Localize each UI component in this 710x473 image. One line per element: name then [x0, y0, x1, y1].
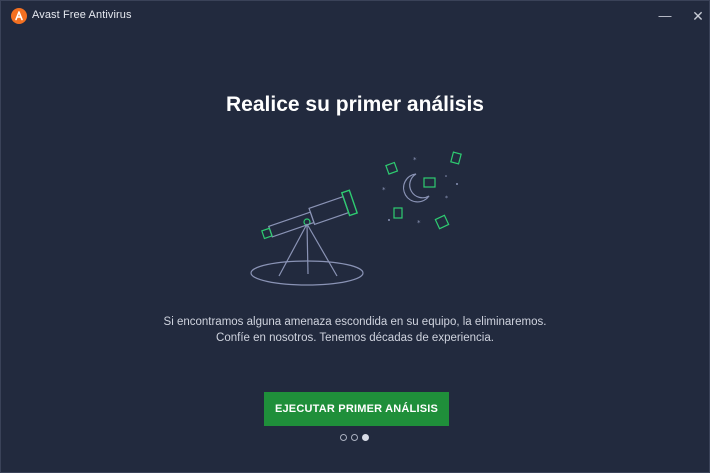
tripod-leg	[278, 223, 308, 277]
star-dot	[456, 183, 458, 185]
close-button[interactable]: ✕	[688, 7, 708, 25]
pager-dot-1[interactable]	[340, 434, 347, 441]
document-icon	[423, 177, 436, 188]
window-title: Avast Free Antivirus	[32, 9, 132, 21]
document-icon	[434, 214, 450, 230]
tripod-leg	[306, 223, 338, 277]
telescope-tube	[261, 189, 359, 240]
avast-logo-icon	[11, 8, 27, 24]
document-icon	[450, 151, 462, 165]
pager-dot-3-active[interactable]	[362, 434, 369, 441]
star-icon: *	[382, 186, 386, 194]
star-icon: *	[413, 156, 417, 164]
star-dot	[388, 219, 390, 221]
tripod-leg	[306, 223, 309, 275]
page-title: Realice su primer análisis	[226, 93, 484, 116]
description-line-1: Si encontramos alguna amenaza escondida …	[163, 316, 547, 328]
description-text: Si encontramos alguna amenaza escondida …	[1, 314, 709, 346]
star-icon: *	[445, 195, 448, 202]
star-icon: *	[417, 219, 421, 227]
minimize-icon: —	[658, 8, 672, 23]
document-icon	[385, 161, 399, 175]
telescope-illustration: * * * *	[250, 151, 462, 286]
document-icon	[393, 207, 403, 219]
minimize-button[interactable]: —	[655, 7, 675, 25]
run-first-scan-button[interactable]: EJECUTAR PRIMER ANÁLISIS	[264, 392, 449, 426]
app-window: Avast Free Antivirus — ✕ Realice su prim…	[0, 0, 710, 473]
pager-dot-2[interactable]	[351, 434, 358, 441]
star-dot	[445, 175, 447, 177]
description-line-2: Confíe en nosotros. Tenemos décadas de e…	[216, 332, 494, 344]
close-icon: ✕	[692, 8, 704, 24]
ground-ellipse	[250, 260, 364, 286]
title-bar: Avast Free Antivirus — ✕	[1, 1, 709, 31]
